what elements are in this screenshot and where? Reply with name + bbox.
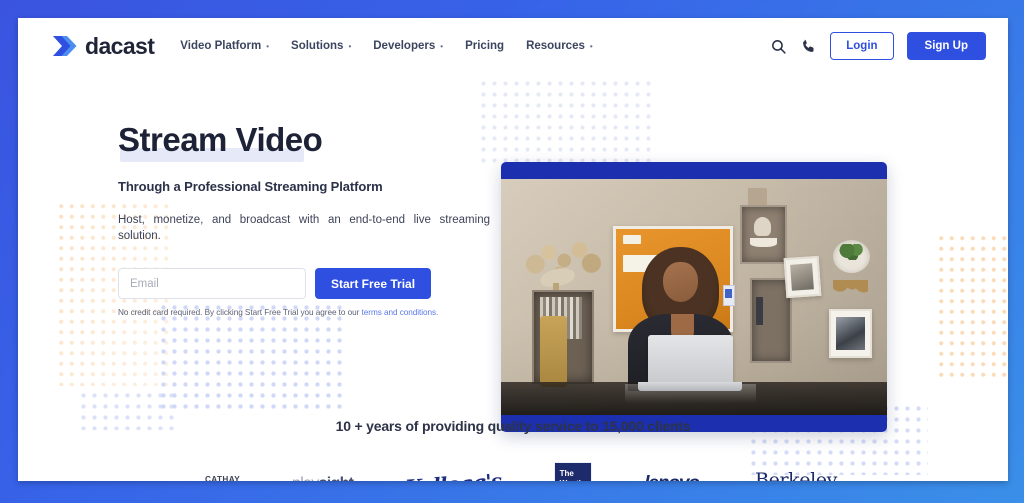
photo-gold-vase bbox=[539, 315, 567, 387]
cathay-brushwing-icon: ➤ bbox=[189, 478, 200, 482]
free-trial-form: Start Free Trial bbox=[118, 268, 500, 300]
signup-button[interactable]: Sign Up bbox=[906, 32, 986, 60]
client-logo-lenovo: lenovo. bbox=[644, 473, 704, 481]
nav-item-developers[interactable]: Developers • bbox=[373, 40, 443, 52]
photo-shelf-book bbox=[755, 297, 764, 326]
client-logo-playsight: playsight bbox=[292, 475, 354, 481]
browser-highlight-frame: dacast Video Platform • Solutions • Deve… bbox=[0, 0, 1024, 503]
photo-picture-frame bbox=[829, 308, 872, 359]
decorative-dots-hero-topleft bbox=[478, 78, 653, 164]
chevron-down-icon: • bbox=[348, 42, 352, 51]
header-actions: Login Sign Up bbox=[770, 32, 986, 60]
brand-logo-text: dacast bbox=[85, 32, 155, 59]
nav-item-resources[interactable]: Resources • bbox=[526, 40, 593, 52]
nav-item-video-platform[interactable]: Video Platform • bbox=[180, 40, 269, 52]
hero-video-thumbnail bbox=[501, 179, 887, 415]
berkeley-name: Berkeley bbox=[755, 468, 837, 481]
nav-label: Resources bbox=[526, 40, 585, 52]
client-logo-cathay-pacific: ➤ CATHAY PACIFIC bbox=[189, 475, 240, 481]
nav-label: Pricing bbox=[465, 40, 505, 52]
decorative-dots-left-blue bbox=[158, 302, 343, 414]
photo-laptop-base bbox=[638, 381, 743, 392]
photo-person-face bbox=[663, 261, 698, 302]
hero-description: Host, monetize, and broadcast with an en… bbox=[118, 214, 490, 242]
hero-video-frame[interactable] bbox=[501, 162, 887, 432]
weather-line-1: The bbox=[559, 469, 574, 478]
weather-line-2: Weather bbox=[560, 479, 591, 481]
search-icon[interactable] bbox=[770, 38, 787, 55]
photo-id-badge bbox=[722, 285, 735, 307]
cathay-pacific-label: CATHAY PACIFIC bbox=[204, 475, 240, 481]
login-button[interactable]: Login bbox=[830, 32, 894, 60]
page-viewport: dacast Video Platform • Solutions • Deve… bbox=[18, 18, 1008, 481]
nav-item-pricing[interactable]: Pricing bbox=[465, 40, 504, 52]
terms-and-conditions-link[interactable]: terms and conditions. bbox=[362, 308, 439, 317]
client-logo-kelloggs: Kellogg's bbox=[405, 469, 503, 481]
nav-label: Video Platform bbox=[180, 40, 262, 52]
brand-logo[interactable]: dacast bbox=[52, 32, 155, 60]
photo-note bbox=[622, 235, 641, 245]
disclaimer-text: No credit card required. By clicking Sta… bbox=[118, 308, 362, 318]
main-nav: Video Platform • Solutions • Developers … bbox=[180, 40, 592, 52]
phone-icon[interactable] bbox=[800, 38, 817, 55]
dacast-chevron-icon bbox=[53, 36, 77, 56]
trial-disclaimer: No credit card required. By clicking Sta… bbox=[118, 308, 500, 317]
photo-wall-hooks bbox=[832, 280, 868, 295]
chevron-down-icon: • bbox=[266, 42, 270, 51]
decorative-dots-hero-right bbox=[936, 233, 1008, 383]
photo-plant-leaves bbox=[838, 243, 866, 261]
client-logo-berkeley: Berkeley UNIVERSITY OF CALIFORNIA bbox=[755, 468, 837, 481]
email-input[interactable] bbox=[118, 268, 306, 300]
nav-item-solutions[interactable]: Solutions • bbox=[291, 40, 351, 52]
photo-bust-decor bbox=[753, 216, 772, 236]
photo-picture-frame bbox=[783, 255, 821, 299]
chevron-down-icon: • bbox=[589, 42, 593, 51]
nav-label: Solutions bbox=[291, 40, 344, 52]
stats-line: 10 + years of providing quality service … bbox=[335, 418, 691, 434]
start-free-trial-button[interactable]: Start Free Trial bbox=[315, 268, 432, 300]
photo-bowl-decor bbox=[749, 238, 777, 248]
photo-laptop-lid bbox=[647, 334, 733, 385]
hero-title-wrap: Stream Video bbox=[118, 121, 323, 163]
client-logo-strip: ➤ CATHAY PACIFIC playsight Kellogg's The… bbox=[18, 456, 1008, 481]
client-logo-the-weather-channel: The Weather Channel bbox=[553, 462, 593, 481]
nav-label: Developers bbox=[373, 40, 436, 52]
chevron-down-icon: • bbox=[440, 42, 444, 51]
playsight-part2: sight bbox=[319, 475, 354, 481]
playsight-part1: play bbox=[292, 475, 319, 481]
hero-title: Stream Video bbox=[118, 121, 323, 158]
hero-copy: Stream Video Through a Professional Stre… bbox=[118, 121, 500, 317]
hero-subtitle: Through a Professional Streaming Platfor… bbox=[118, 179, 383, 195]
site-header: dacast Video Platform • Solutions • Deve… bbox=[18, 18, 1008, 74]
